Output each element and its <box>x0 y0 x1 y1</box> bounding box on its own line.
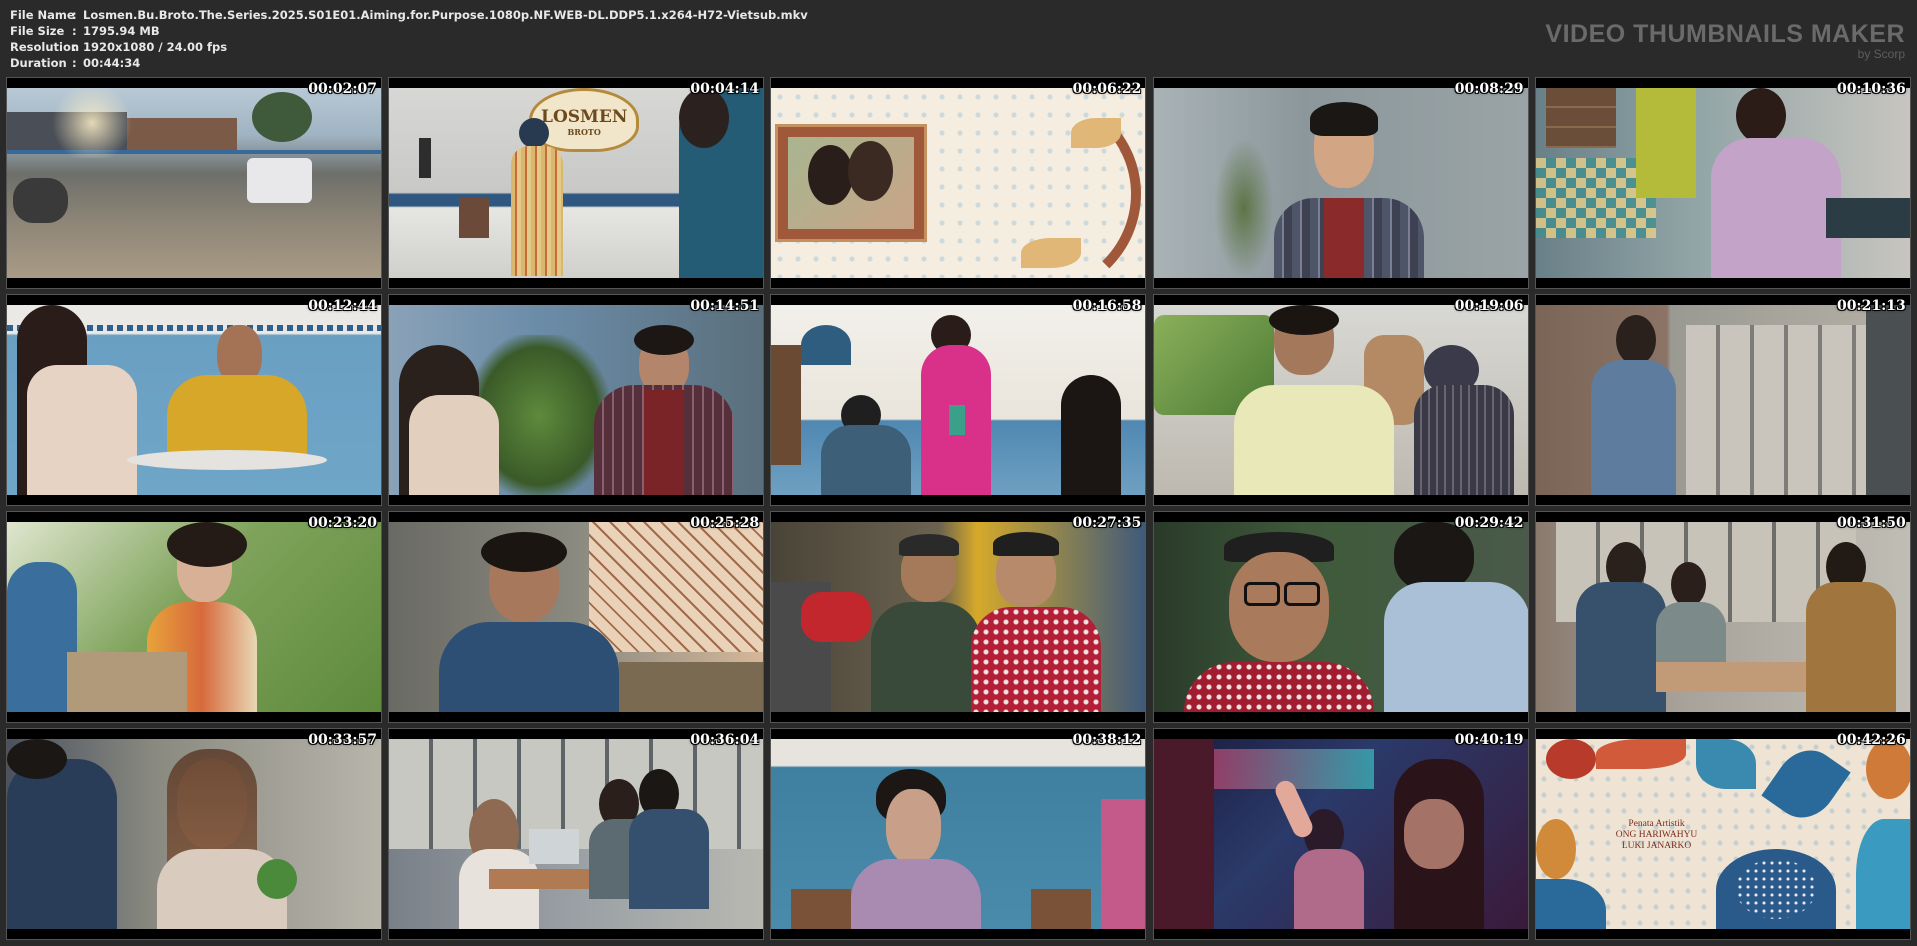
resolution-row: Resolution : 1920x1080 / 24.00 fps <box>10 39 808 55</box>
timestamp: 00:02:07 <box>308 81 377 97</box>
duration-label: Duration <box>10 56 67 70</box>
timestamp: 00:36:04 <box>690 732 760 748</box>
thumbnail-grid: 00:02:07 LOSMEN BROTO 00:04:14 00:06:22 … <box>6 77 1911 942</box>
thumbnail-3[interactable]: 00:06:22 <box>770 77 1147 289</box>
credits-block: Penata Artistik ONG HARIWAHYU LUKI JANAR… <box>1616 819 1698 852</box>
duration-value: 00:44:34 <box>83 56 141 70</box>
timestamp: 00:40:19 <box>1454 732 1524 748</box>
thumbnail-image <box>389 739 764 929</box>
thumbnail-image <box>771 522 1146 712</box>
thumbnail-image <box>7 739 381 929</box>
timestamp: 00:21:13 <box>1836 298 1906 314</box>
thumbnail-image <box>389 305 764 495</box>
thumbnail-19[interactable]: 00:40:19 <box>1152 728 1529 940</box>
thumbnail-1[interactable]: 00:02:07 <box>6 77 382 289</box>
separator: : <box>72 8 77 22</box>
thumbnail-2[interactable]: LOSMEN BROTO 00:04:14 <box>388 77 765 289</box>
separator: : <box>72 56 77 70</box>
thumbnail-image <box>389 522 764 712</box>
thumbnail-16[interactable]: 00:33:57 <box>6 728 382 940</box>
timestamp: 00:06:22 <box>1072 81 1142 97</box>
separator: : <box>72 24 77 38</box>
separator: : <box>72 40 77 54</box>
resolution-value: 1920x1080 / 24.00 fps <box>83 40 228 54</box>
thumbnail-image: LOSMEN BROTO <box>389 88 764 278</box>
thumbnail-image <box>1535 88 1910 278</box>
file-name-value: Losmen.Bu.Broto.The.Series.2025.S01E01.A… <box>83 8 808 22</box>
photo-frame <box>775 124 928 242</box>
timestamp: 00:31:50 <box>1836 515 1906 531</box>
thumbnail-8[interactable]: 00:16:58 <box>770 294 1147 506</box>
thumbnail-image <box>1153 522 1528 712</box>
timestamp: 00:27:35 <box>1072 515 1142 531</box>
timestamp: 00:16:58 <box>1072 298 1142 314</box>
brand-subtitle: by Scorp <box>1857 47 1905 61</box>
timestamp: 00:29:42 <box>1454 515 1524 531</box>
thumbnail-17[interactable]: 00:36:04 <box>388 728 765 940</box>
timestamp: 00:04:14 <box>690 81 760 97</box>
thumbnail-11[interactable]: 00:23:20 <box>6 511 382 723</box>
timestamp: 00:25:28 <box>690 515 760 531</box>
resolution-label: Resolution <box>10 40 80 54</box>
thumbnail-image <box>7 88 381 278</box>
thumbnail-12[interactable]: 00:25:28 <box>388 511 765 723</box>
credits-name-2: LUKI JANARKO <box>1621 841 1692 851</box>
file-size-row: File Size : 1795.94 MB <box>10 23 808 39</box>
brand-title: VIDEO THUMBNAILS MAKER <box>1545 20 1905 48</box>
thumbnail-18[interactable]: 00:38:12 <box>770 728 1147 940</box>
file-info-panel: File Name : Losmen.Bu.Broto.The.Series.2… <box>10 7 808 71</box>
thumbnail-5[interactable]: 00:10:36 <box>1534 77 1911 289</box>
thumbnail-image: Penata Artistik ONG HARIWAHYU LUKI JANAR… <box>1535 739 1910 929</box>
timestamp: 00:10:36 <box>1836 81 1906 97</box>
thumbnail-image <box>771 739 1146 929</box>
thumbnail-9[interactable]: 00:19:06 <box>1152 294 1529 506</box>
timestamp: 00:19:06 <box>1454 298 1524 314</box>
thumbnail-image <box>7 522 381 712</box>
thumbnail-13[interactable]: 00:27:35 <box>770 511 1147 723</box>
thumbnail-image <box>1153 88 1528 278</box>
thumbnail-image <box>771 305 1146 495</box>
thumbnail-4[interactable]: 00:08:29 <box>1152 77 1529 289</box>
timestamp: 00:42:26 <box>1836 732 1906 748</box>
timestamp: 00:38:12 <box>1072 732 1142 748</box>
timestamp: 00:14:51 <box>690 298 760 314</box>
timestamp: 00:12:44 <box>308 298 377 314</box>
sign-text: LOSMEN <box>541 107 628 127</box>
thumbnail-7[interactable]: 00:14:51 <box>388 294 765 506</box>
thumbnail-14[interactable]: 00:29:42 <box>1152 511 1529 723</box>
timestamp: 00:23:20 <box>308 515 377 531</box>
thumbnail-image <box>1153 305 1528 495</box>
file-size-value: 1795.94 MB <box>83 24 160 38</box>
file-size-label: File Size <box>10 24 65 38</box>
thumbnail-image <box>1153 739 1528 929</box>
thumbnail-image <box>771 88 1146 278</box>
file-name-label: File Name <box>10 8 75 22</box>
thumbnail-6[interactable]: 00:12:44 <box>6 294 382 506</box>
thumbnail-20[interactable]: Penata Artistik ONG HARIWAHYU LUKI JANAR… <box>1534 728 1911 940</box>
thumbnail-15[interactable]: 00:31:50 <box>1534 511 1911 723</box>
brand-watermark: VIDEO THUMBNAILS MAKER by Scorp <box>1545 20 1905 61</box>
timestamp: 00:33:57 <box>308 732 377 748</box>
thumbnail-image <box>1535 522 1910 712</box>
file-name-row: File Name : Losmen.Bu.Broto.The.Series.2… <box>10 7 808 23</box>
thumbnail-image <box>7 305 381 495</box>
timestamp: 00:08:29 <box>1454 81 1524 97</box>
thumbnail-10[interactable]: 00:21:13 <box>1534 294 1911 506</box>
credits-name-1: ONG HARIWAHYU <box>1615 830 1698 840</box>
thumbnail-image <box>1535 305 1910 495</box>
duration-row: Duration : 00:44:34 <box>10 55 808 71</box>
credits-role: Penata Artistik <box>1628 819 1685 829</box>
